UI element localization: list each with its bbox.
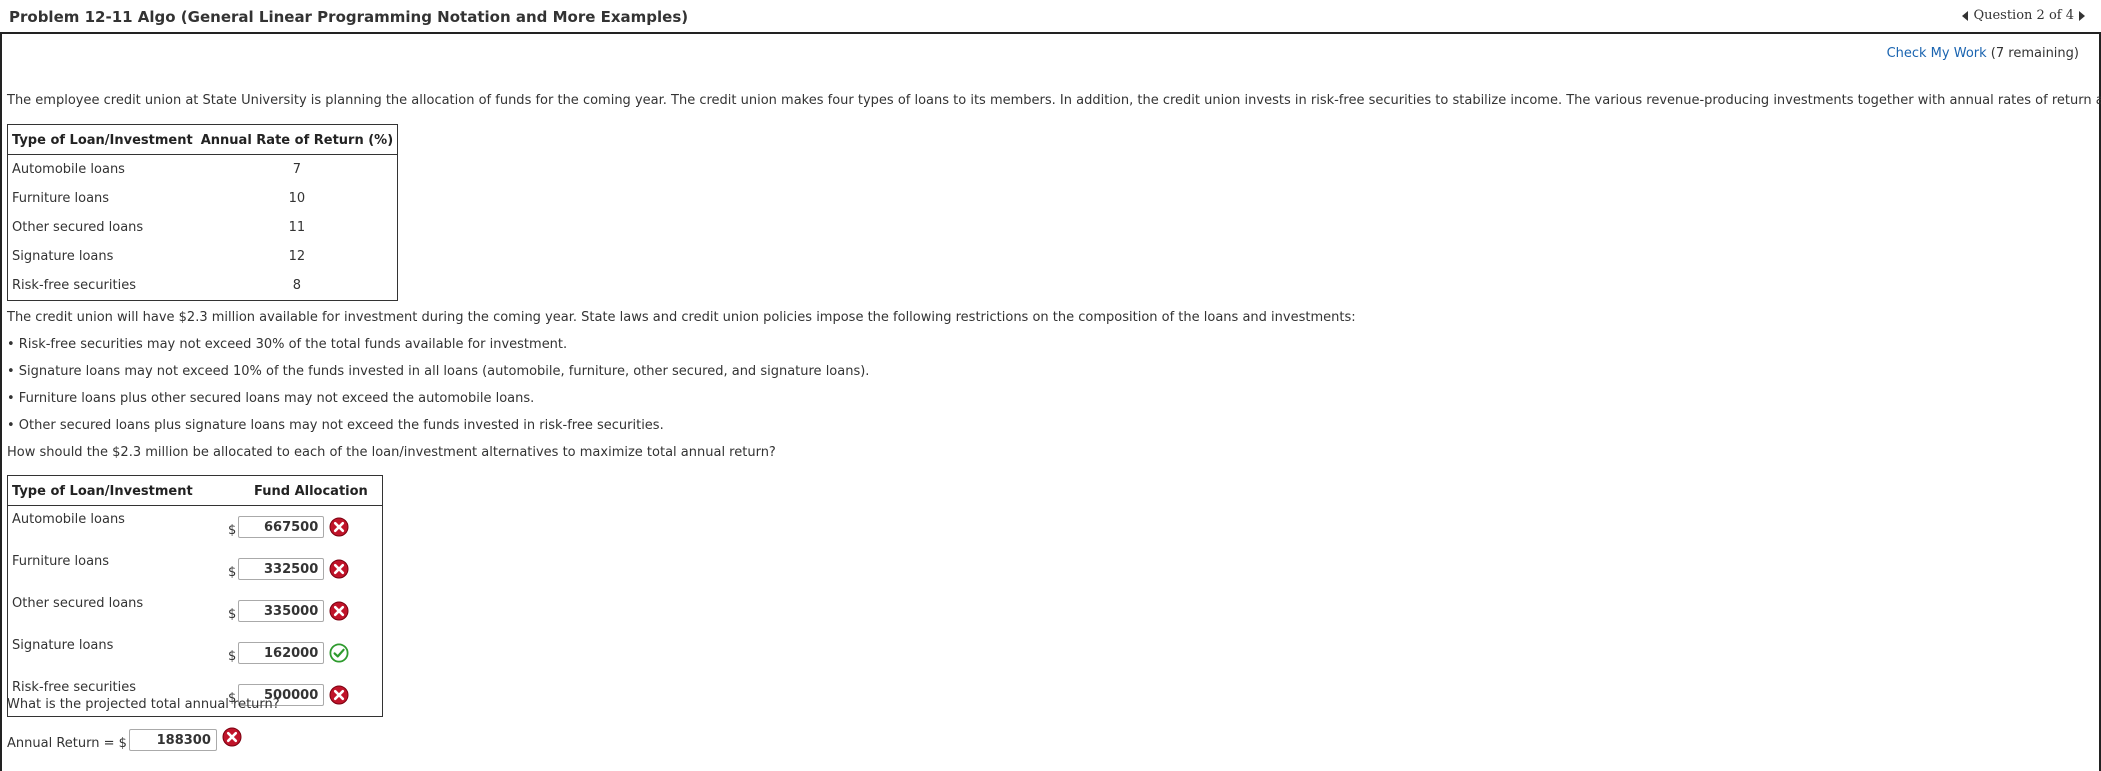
table-row: Automobile loans $ (8, 506, 383, 549)
prev-question-icon[interactable] (1962, 10, 1969, 21)
rate-value: 12 (288, 249, 306, 264)
alloc-type: Furniture loans (12, 554, 110, 569)
check-remaining: (7 remaining) (1990, 46, 2079, 61)
allocation-input-signature[interactable] (238, 642, 325, 664)
table-row: Signature loans $ (8, 632, 383, 674)
incorrect-icon (222, 727, 242, 747)
table-row: Risk-free securities 8 (8, 271, 398, 301)
alloc-header-allocation: Fund Allocation (224, 475, 383, 506)
rate-type: Signature loans (12, 249, 114, 264)
rates-header-return: Annual Rate of Return (%) (196, 124, 398, 155)
table-row: Other secured loans 11 (8, 213, 398, 242)
restriction-item: • Signature loans may not exceed 10% of … (7, 364, 870, 379)
rates-header-type: Type of Loan/Investment (7, 124, 197, 155)
table-row: Furniture loans 10 (8, 184, 398, 213)
allocation-input-automobile[interactable] (238, 516, 325, 538)
next-question-icon[interactable] (2079, 10, 2085, 21)
restriction-item: • Other secured loans plus signature loa… (7, 418, 664, 433)
correct-icon (329, 643, 349, 663)
rates-header-row: Type of Loan/Investment Annual Rate of R… (7, 124, 398, 155)
alloc-header-row: Type of Loan/Investment Fund Allocation (7, 475, 383, 506)
alloc-cell: $ (224, 506, 382, 549)
currency-symbol: $ (228, 565, 237, 580)
alloc-type: Automobile loans (12, 512, 125, 527)
table-row: Other secured loans $ (8, 590, 383, 632)
header-bar: Problem 12-11 Algo (General Linear Progr… (0, 0, 2101, 34)
allocation-input-other-secured[interactable] (238, 600, 325, 622)
restrictions-intro: The credit union will have $2.3 million … (7, 310, 1356, 325)
currency-symbol: $ (228, 523, 237, 538)
rate-value: 7 (292, 162, 302, 177)
check-my-work: Check My Work (7 remaining) (1887, 46, 2079, 61)
incorrect-icon (329, 517, 349, 537)
annual-return-input[interactable] (128, 729, 217, 751)
rate-value: 8 (292, 278, 302, 293)
return-question: What is the projected total annual retur… (7, 697, 280, 712)
alloc-cell: $ (224, 548, 382, 590)
intro-text: The employee credit union at State Unive… (7, 93, 2101, 108)
restriction-item: • Risk-free securities may not exceed 30… (7, 337, 568, 352)
incorrect-icon (329, 685, 349, 705)
currency-symbol: $ (228, 649, 237, 664)
rates-table: Type of Loan/Investment Annual Rate of R… (7, 124, 399, 301)
question-nav: Question 2 of 4 (1962, 8, 2085, 23)
currency-symbol: $ (228, 607, 237, 622)
allocation-question: How should the $2.3 million be allocated… (7, 445, 776, 460)
rate-type: Other secured loans (12, 220, 144, 235)
question-counter: Question 2 of 4 (1973, 8, 2074, 23)
annual-return-label: Annual Return = $ (7, 736, 127, 751)
rate-type: Automobile loans (12, 162, 125, 177)
annual-return-row: Annual Return = $ (7, 729, 242, 751)
restriction-item: • Furniture loans plus other secured loa… (7, 391, 535, 406)
check-my-work-link[interactable]: Check My Work (1887, 46, 1987, 61)
problem-title: Problem 12-11 Algo (General Linear Progr… (9, 8, 689, 26)
rate-type: Risk-free securities (12, 278, 136, 293)
table-row: Automobile loans 7 (8, 155, 398, 185)
table-row: Signature loans 12 (8, 242, 398, 271)
alloc-cell: $ (224, 632, 382, 674)
alloc-type: Signature loans (12, 638, 114, 653)
rate-value: 10 (288, 191, 306, 206)
alloc-header-type: Type of Loan/Investment (7, 475, 224, 506)
rate-type: Furniture loans (12, 191, 110, 206)
incorrect-icon (329, 601, 349, 621)
allocation-table: Type of Loan/Investment Fund Allocation … (7, 475, 383, 717)
rate-value: 11 (288, 220, 306, 235)
incorrect-icon (329, 559, 349, 579)
table-row: Furniture loans $ (8, 548, 383, 590)
alloc-cell: $ (224, 590, 382, 632)
allocation-input-furniture[interactable] (238, 558, 325, 580)
alloc-type: Other secured loans (12, 596, 144, 611)
